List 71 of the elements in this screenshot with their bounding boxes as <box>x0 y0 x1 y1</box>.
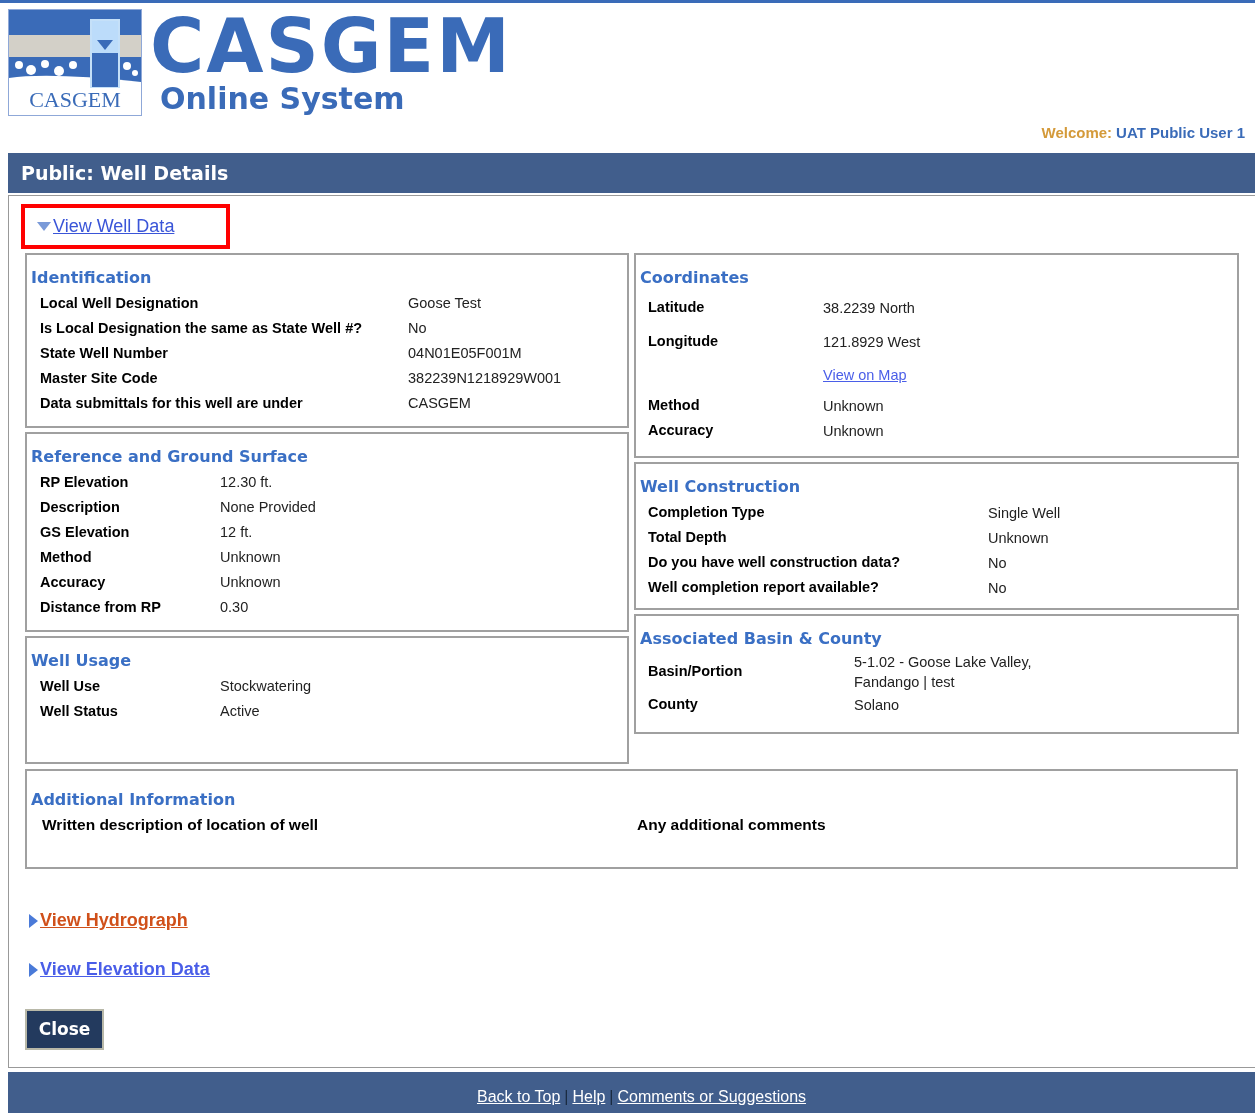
field-label: GS Elevation <box>40 522 131 542</box>
field-label: Well Use <box>40 676 102 696</box>
field-label: County <box>648 694 699 714</box>
field-label: Method <box>40 547 93 567</box>
field-value: Unknown <box>823 421 885 441</box>
field-value: Unknown <box>220 572 282 592</box>
field-label: Distance from RP <box>40 597 162 617</box>
field-value: No <box>408 318 428 338</box>
field-value: 12 ft. <box>220 522 254 542</box>
field-label: Latitude <box>648 298 706 318</box>
field-value: Unknown <box>220 547 282 567</box>
field-value: CASGEM <box>408 393 472 413</box>
field-label: Completion Type <box>648 502 766 522</box>
footer-link[interactable]: Help <box>572 1085 606 1109</box>
field-label: Local Well Designation <box>40 293 200 313</box>
section-heading: Identification <box>31 267 153 289</box>
link-separator: | <box>564 1087 569 1107</box>
field-label: Basin/Portion <box>648 662 744 682</box>
field-value: No <box>988 553 1008 573</box>
field-label: Well completion report available? <box>648 577 880 597</box>
site-subtitle: Online System <box>160 83 406 115</box>
link-separator: | <box>609 1087 614 1107</box>
section-heading: Coordinates <box>640 267 750 289</box>
section-heading: Additional Information <box>31 789 237 811</box>
section-heading: Well Usage <box>31 650 133 672</box>
field-label: Data submittals for this well are under <box>40 393 304 413</box>
field-label: Accuracy <box>648 420 715 440</box>
field-value: Unknown <box>988 528 1050 548</box>
field-value: 5-1.02 - Goose Lake Valley, Fandango | test <box>854 653 1033 692</box>
field-label: Do you have well construction data? <box>648 552 902 572</box>
section-heading: Reference and Ground Surface <box>31 446 309 468</box>
field-value: 0.30 <box>220 597 250 617</box>
field-value: Goose Test <box>408 293 483 313</box>
field-label: Is Local Designation the same as State Well #? <box>40 318 364 338</box>
field-label: Longitude <box>648 332 720 352</box>
section-heading: Associated Basin & County <box>640 628 883 650</box>
field-label: Total Depth <box>648 527 728 547</box>
logo-caption: CASGEM <box>28 88 122 112</box>
field-label: Any additional comments <box>637 815 827 835</box>
field-value: Unknown <box>823 396 885 416</box>
page-title: Public: Well Details <box>21 160 229 186</box>
field-label: Master Site Code <box>40 368 159 388</box>
user-name: UAT Public User 1 <box>1116 122 1245 143</box>
field-label: Method <box>648 395 701 415</box>
field-label: Description <box>40 497 121 517</box>
field-value: Active <box>220 701 261 721</box>
field-value: No <box>988 578 1008 598</box>
footer-link[interactable]: Comments or Suggestions <box>617 1085 807 1109</box>
field-label: Written description of location of well <box>42 815 320 835</box>
section-toggle-link[interactable]: View Hydrograph <box>40 907 188 934</box>
field-label: Accuracy <box>40 572 107 592</box>
view-on-map-link[interactable]: View on Map <box>823 365 907 387</box>
welcome-label: Welcome: <box>1041 122 1113 143</box>
field-value: 12.30 ft. <box>220 472 274 492</box>
section-toggle-link[interactable]: View Elevation Data <box>40 956 210 983</box>
field-label: RP Elevation <box>40 472 130 492</box>
field-value: 121.8929 West <box>823 333 922 352</box>
footer-link[interactable]: Back to Top <box>476 1085 561 1109</box>
field-label: Well Status <box>40 701 119 721</box>
field-value: 382239N1218929W001 <box>408 368 563 388</box>
field-value: None Provided <box>220 497 317 517</box>
view-well-data-link[interactable]: View Well Data <box>53 213 175 240</box>
section-heading: Well Construction <box>640 476 802 498</box>
field-value: 04N01E05F001M <box>408 343 523 363</box>
field-value: Solano <box>854 695 901 715</box>
field-value: 38.2239 North <box>823 299 916 318</box>
field-label: State Well Number <box>40 343 169 363</box>
close-button[interactable]: Close <box>25 1009 104 1050</box>
field-value: Single Well <box>988 503 1062 523</box>
field-value: Stockwatering <box>220 676 313 696</box>
site-title: CASGEM <box>150 9 512 83</box>
